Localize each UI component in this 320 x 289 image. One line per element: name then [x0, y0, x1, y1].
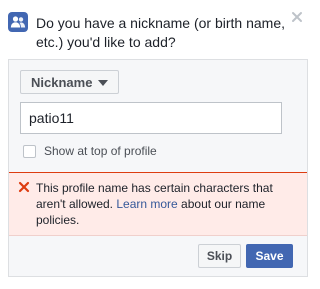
error-x-icon — [18, 181, 30, 193]
chevron-down-icon — [98, 79, 109, 86]
name-type-select[interactable]: Nickname — [20, 70, 120, 94]
nickname-form: Nickname Show at top of profile — [9, 60, 307, 172]
nickname-panel: Nickname Show at top of profile This pro… — [8, 59, 308, 277]
error-message-box: This profile name has certain characters… — [9, 172, 307, 236]
close-icon[interactable] — [290, 10, 304, 24]
nickname-prompt: Do you have a nickname (or birth name, e… — [36, 15, 286, 50]
nickname-input[interactable] — [20, 102, 282, 134]
dialog-header: Do you have a nickname (or birth name, e… — [0, 0, 316, 58]
name-type-label: Nickname — [31, 74, 93, 90]
action-bar: Skip Save — [9, 236, 307, 276]
show-at-top-label: Show at top of profile — [44, 144, 157, 158]
learn-more-link[interactable]: Learn more — [116, 197, 177, 211]
save-button[interactable]: Save — [246, 244, 293, 268]
skip-button[interactable]: Skip — [198, 244, 241, 268]
show-at-top-checkbox-row[interactable]: Show at top of profile — [23, 143, 157, 159]
error-text: This profile name has certain characters… — [36, 180, 298, 228]
show-at-top-checkbox[interactable] — [23, 144, 36, 158]
people-icon — [8, 12, 28, 32]
